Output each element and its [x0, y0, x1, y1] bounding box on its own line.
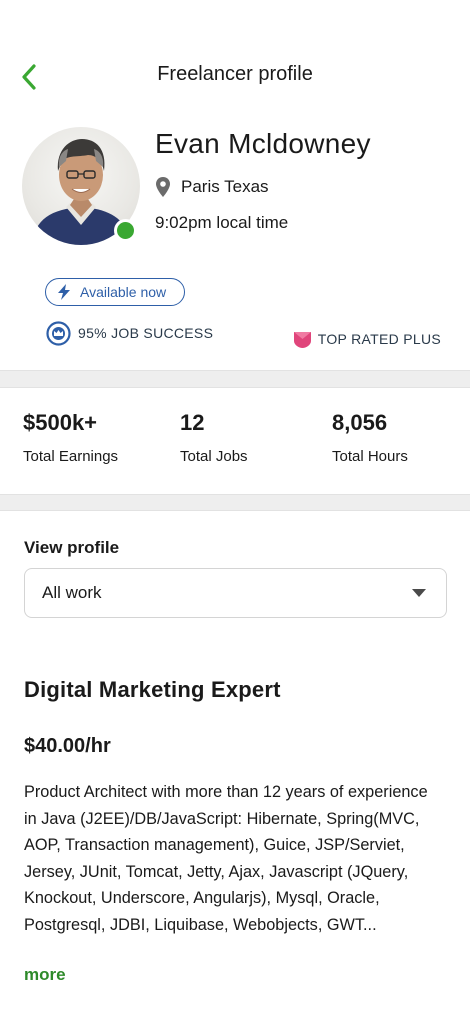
stat-total-earnings: $500k+ Total Earnings	[23, 410, 118, 465]
availability-text: Available now	[80, 284, 167, 300]
select-value: All work	[42, 583, 102, 602]
profile-detail-card: View profile All work Digital Marketing …	[0, 510, 470, 1014]
stat-value: 8,056	[332, 410, 388, 435]
shield-badge-icon	[293, 331, 311, 348]
app-header: Freelancer profile	[0, 0, 470, 105]
caret-down-icon	[412, 589, 426, 597]
hourly-rate: $40.00/hr	[24, 735, 111, 757]
stat-total-hours: 8,056 Total Hours	[332, 410, 408, 465]
location-row: Paris Texas	[155, 175, 269, 199]
job-success-text: 95% JOB SUCCESS	[78, 325, 214, 341]
top-rated-text: TOP RATED PLUS	[317, 331, 441, 347]
stat-total-jobs: 12 Total Jobs	[180, 410, 248, 465]
online-status-dot	[114, 219, 137, 242]
profile-card: Evan Mcldowney Paris Texas 9:02pm local …	[0, 104, 470, 371]
stat-value: $500k+	[23, 410, 98, 435]
work-filter-select[interactable]: All work	[24, 568, 447, 618]
map-pin-icon	[156, 177, 170, 197]
profile-description: Product Architect with more than 12 year…	[24, 783, 428, 934]
local-time: 9:02pm local time	[155, 213, 289, 232]
location-text: Paris Texas	[181, 177, 269, 196]
lightning-bolt-icon	[58, 284, 70, 300]
stat-label: Total Hours	[332, 448, 408, 465]
stats-card: $500k+ Total Earnings 12 Total Jobs 8,05…	[0, 387, 470, 495]
crown-badge-icon	[46, 320, 71, 346]
top-rated-plus-badge: TOP RATED PLUS	[293, 329, 441, 349]
stat-label: Total Jobs	[180, 448, 248, 465]
page-title: Freelancer profile	[157, 63, 313, 85]
stat-label: Total Earnings	[23, 448, 119, 465]
job-success: 95% JOB SUCCESS	[46, 320, 213, 346]
avatar-container	[22, 127, 140, 245]
profile-title: Digital Marketing Expert	[24, 677, 281, 702]
more-link[interactable]: more	[24, 965, 66, 985]
view-profile-label: View profile	[24, 538, 120, 557]
freelancer-name: Evan Mcldowney	[155, 128, 371, 159]
available-now-badge[interactable]: Available now	[45, 278, 185, 306]
stat-value: 12	[180, 410, 205, 435]
